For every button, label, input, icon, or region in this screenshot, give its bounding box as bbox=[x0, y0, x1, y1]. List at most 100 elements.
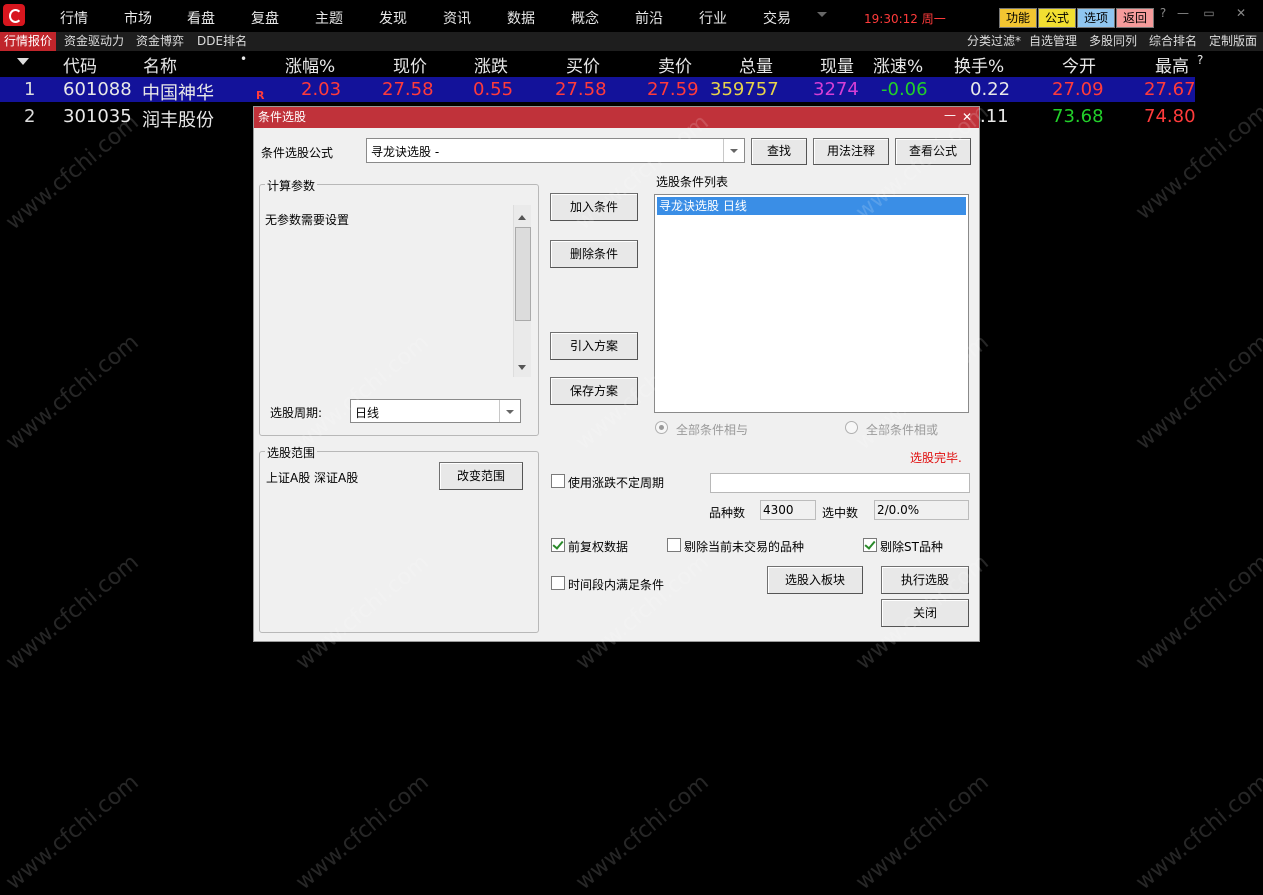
menu-more-icon[interactable] bbox=[817, 12, 827, 22]
change-range-button[interactable]: 改变范围 bbox=[439, 462, 523, 490]
params-text: 无参数需要设置 bbox=[265, 213, 350, 227]
import-plan-button[interactable]: 引入方案 bbox=[550, 332, 638, 360]
tab-fund-game[interactable]: 资金博弈 bbox=[132, 32, 188, 51]
chevron-down-icon[interactable] bbox=[723, 139, 744, 162]
filter-button[interactable]: 分类过滤* bbox=[967, 32, 1021, 51]
watermark: www.cfchi.com bbox=[1, 549, 144, 676]
menu-frontier[interactable]: 前沿 bbox=[635, 8, 663, 28]
watermark: www.cfchi.com bbox=[1131, 769, 1263, 895]
row-high: 74.80 bbox=[1144, 106, 1196, 127]
watchlist-manage-button[interactable]: 自选管理 bbox=[1029, 32, 1077, 51]
row-ask: 27.59 bbox=[647, 79, 699, 100]
tab-fund-drive[interactable]: 资金驱动力 bbox=[60, 32, 128, 51]
header-help-icon[interactable]: ? bbox=[1197, 53, 1203, 67]
formula-button[interactable]: 公式 bbox=[1038, 8, 1076, 28]
period-combo[interactable]: 日线 bbox=[350, 399, 521, 423]
count-label: 品种数 bbox=[709, 506, 746, 520]
selected-value: 2/0.0% bbox=[874, 500, 969, 520]
watermark: www.cfchi.com bbox=[1, 109, 144, 236]
minimize-icon[interactable]: — bbox=[1174, 6, 1192, 20]
menu-news[interactable]: 资讯 bbox=[443, 8, 471, 28]
find-button[interactable]: 查找 bbox=[751, 138, 807, 165]
func-button[interactable]: 功能 bbox=[999, 8, 1037, 28]
row-high: 27.67 bbox=[1144, 79, 1196, 100]
header-high[interactable]: 最高 bbox=[1155, 52, 1189, 77]
menu-hq[interactable]: 行情 bbox=[60, 8, 88, 28]
params-scrollbar[interactable] bbox=[513, 205, 531, 377]
menu-watch[interactable]: 看盘 bbox=[187, 8, 215, 28]
menu-industry[interactable]: 行业 bbox=[699, 8, 727, 28]
header-price[interactable]: 现价 bbox=[393, 52, 427, 77]
radio-and[interactable] bbox=[655, 421, 668, 434]
clock: 19:30:12 周一 bbox=[864, 12, 946, 26]
menu-market[interactable]: 市场 bbox=[124, 8, 152, 28]
menu-theme[interactable]: 主题 bbox=[315, 8, 343, 28]
custom-layout-button[interactable]: 定制版面 bbox=[1209, 32, 1257, 51]
watermark: www.cfchi.com bbox=[1131, 329, 1263, 456]
uncertain-period-checkbox[interactable] bbox=[551, 474, 565, 488]
period-satisfy-checkbox[interactable] bbox=[551, 576, 565, 590]
dialog-title: 条件选股 bbox=[258, 110, 307, 124]
row-code: 601088 bbox=[63, 79, 132, 100]
delete-condition-button[interactable]: 删除条件 bbox=[550, 240, 638, 268]
chevron-down-icon[interactable] bbox=[499, 400, 520, 422]
overall-rank-button[interactable]: 综合排名 bbox=[1149, 32, 1197, 51]
sort-dropdown-icon[interactable] bbox=[17, 58, 29, 71]
select-to-block-button[interactable]: 选股入板块 bbox=[767, 566, 863, 594]
restore-icon[interactable]: ▭ bbox=[1200, 6, 1218, 20]
radio-and-label: 全部条件相与 bbox=[676, 423, 749, 437]
header-ask[interactable]: 卖价 bbox=[658, 52, 692, 77]
options-button[interactable]: 选项 bbox=[1077, 8, 1115, 28]
row-open: 73.68 bbox=[1052, 106, 1104, 127]
watermark: www.cfchi.com bbox=[571, 769, 714, 895]
header-code[interactable]: 代码 bbox=[63, 52, 97, 77]
row-open: 27.09 bbox=[1052, 79, 1104, 100]
exclude-untraded-checkbox[interactable] bbox=[667, 538, 681, 552]
menu-trade[interactable]: 交易 bbox=[763, 8, 791, 28]
header-bid[interactable]: 买价 bbox=[566, 52, 600, 77]
header-turnover[interactable]: 换手% bbox=[954, 52, 1004, 77]
row-number: 2 bbox=[24, 106, 36, 127]
scroll-thumb[interactable] bbox=[515, 227, 531, 321]
help-icon[interactable]: ? bbox=[1154, 6, 1172, 20]
exclude-untraded-label: 剔除当前未交易的品种 bbox=[684, 540, 805, 554]
header-speed[interactable]: 涨速% bbox=[873, 52, 923, 77]
watermark: www.cfchi.com bbox=[1, 329, 144, 456]
progress-bar bbox=[710, 473, 970, 493]
menu-review[interactable]: 复盘 bbox=[251, 8, 279, 28]
header-change[interactable]: 涨跌 bbox=[474, 52, 508, 77]
menu-discover[interactable]: 发现 bbox=[379, 8, 407, 28]
top-menu-bar: 行情 市场 看盘 复盘 主题 发现 资讯 数据 概念 前沿 行业 交易 19:3… bbox=[0, 0, 1263, 32]
back-button[interactable]: 返回 bbox=[1116, 8, 1154, 28]
multi-stock-button[interactable]: 多股同列 bbox=[1089, 32, 1137, 51]
watermark: www.cfchi.com bbox=[1, 769, 144, 895]
margin-flag-badge: R bbox=[256, 89, 265, 102]
row-name: 中国神华 bbox=[142, 83, 214, 104]
tab-quotes[interactable]: 行情报价 bbox=[0, 32, 57, 51]
scroll-down-icon[interactable] bbox=[518, 365, 526, 374]
app-logo-icon[interactable] bbox=[3, 4, 25, 26]
close-icon[interactable]: ✕ bbox=[1232, 6, 1250, 20]
row-name: 润丰股份 bbox=[142, 110, 214, 131]
exclude-st-checkbox[interactable] bbox=[863, 538, 877, 552]
row-number: 1 bbox=[24, 79, 36, 100]
header-cur-volume[interactable]: 现量 bbox=[820, 52, 854, 77]
row-change: 0.55 bbox=[473, 79, 514, 100]
usage-notes-button[interactable]: 用法注释 bbox=[813, 138, 889, 165]
sub-tab-bar: 行情报价 资金驱动力 资金博弈 DDE排名 分类过滤* 自选管理 多股同列 综合… bbox=[0, 32, 1263, 51]
formula-value: 寻龙诀选股 - bbox=[371, 145, 440, 159]
formula-label: 条件选股公式 bbox=[261, 146, 334, 160]
exclude-st-label: 剔除ST品种 bbox=[880, 540, 943, 554]
tab-dde-rank[interactable]: DDE排名 bbox=[193, 32, 251, 51]
header-volume[interactable]: 总量 bbox=[739, 52, 773, 77]
header-name[interactable]: 名称 bbox=[143, 52, 177, 77]
header-dot: • bbox=[240, 52, 248, 66]
list-item[interactable]: 寻龙诀选股 日线 bbox=[657, 197, 966, 215]
header-open[interactable]: 今开 bbox=[1062, 52, 1096, 77]
menu-data[interactable]: 数据 bbox=[507, 8, 535, 28]
adjusted-data-checkbox[interactable] bbox=[551, 538, 565, 552]
header-pct[interactable]: 涨幅% bbox=[285, 52, 335, 77]
dialog-titlebar[interactable]: 条件选股 — ✕ bbox=[254, 107, 979, 128]
scroll-up-icon[interactable] bbox=[518, 211, 526, 220]
menu-concept[interactable]: 概念 bbox=[571, 8, 599, 28]
